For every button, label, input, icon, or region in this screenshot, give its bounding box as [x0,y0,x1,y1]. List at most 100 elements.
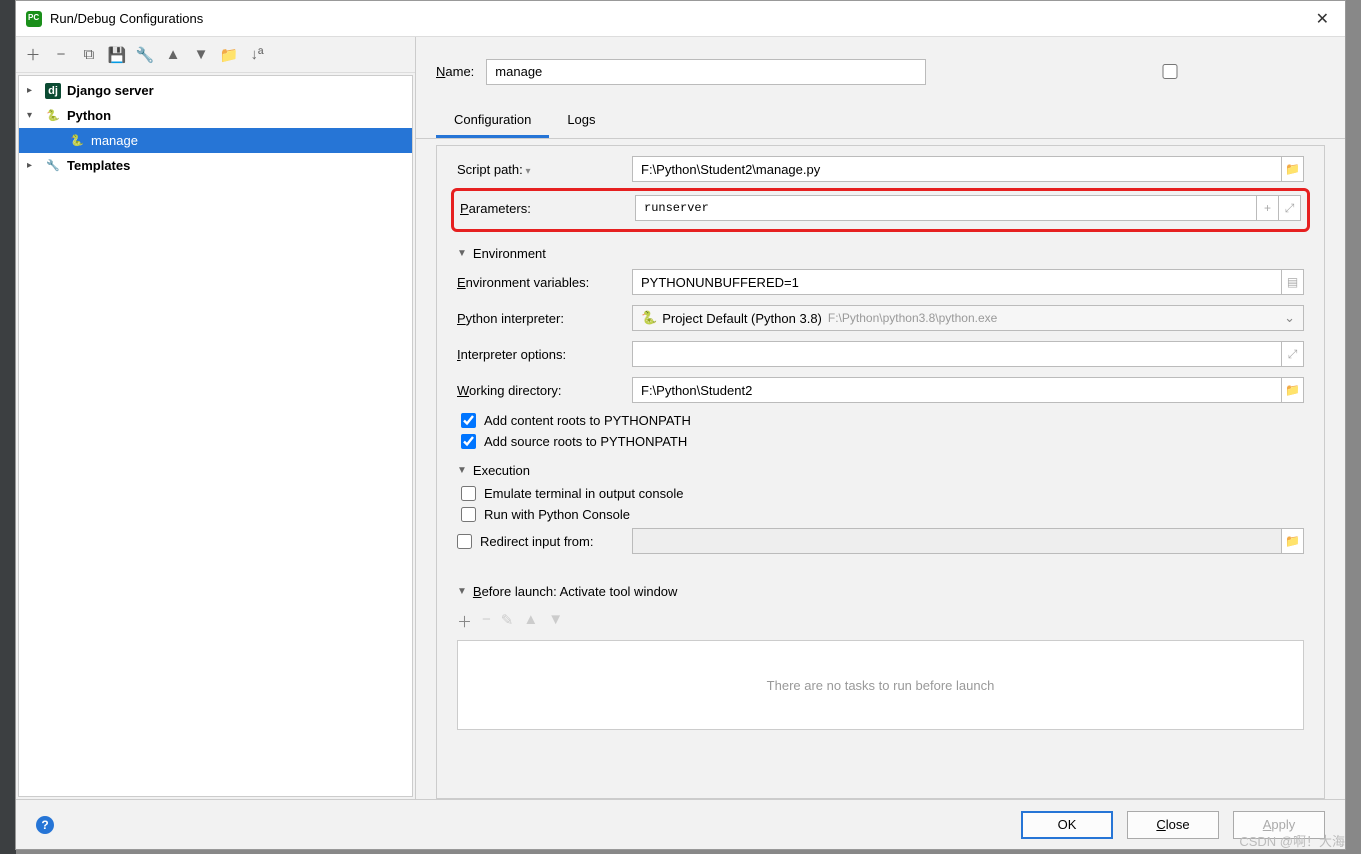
env-vars-input[interactable] [632,269,1282,295]
browse-icon[interactable]: 📁 [1282,156,1304,182]
redirect-path-input [632,528,1282,554]
window-title: Run/Debug Configurations [50,11,1310,26]
env-vars-row: Environment variables: ▤ [457,269,1304,295]
parameters-label: Parameters: [460,201,635,216]
redirect-input-chk[interactable] [457,534,472,549]
share-vcs-checkbox[interactable]: Share through VCS [950,49,1361,94]
add-config-icon[interactable]: ＋ [22,44,44,66]
emulate-terminal-input[interactable] [461,486,476,501]
workdir-label: Working directory: [457,383,632,398]
browse-icon[interactable]: 📁 [1282,528,1304,554]
pycharm-icon [26,11,42,27]
move-down-icon[interactable]: ▼ [548,611,563,632]
add-macro-icon[interactable]: + [1257,195,1279,221]
help-button[interactable]: ? [36,816,54,834]
add-content-input[interactable] [461,413,476,428]
tasks-empty: There are no tasks to run before launch [457,640,1304,730]
chevron-down-icon: ▾ [27,110,39,121]
tab-logs[interactable]: Logs [549,104,613,138]
add-source-checkbox[interactable]: Add source roots to PYTHONPATH [461,434,1304,449]
tree-label: Django server [67,83,154,98]
name-input[interactable] [486,59,926,85]
environment-section: ▼ Environment [457,246,1304,261]
config-form: Script path: 📁 Parameters: + ⤢ [436,145,1325,799]
chevron-right-icon: ▸ [27,85,39,96]
tree-label: Templates [67,158,130,173]
interpreter-select[interactable]: 🐍 Project Default (Python 3.8) F:\Python… [632,305,1304,331]
move-up-icon[interactable]: ▲ [162,44,184,66]
ok-button[interactable]: OK [1021,811,1113,839]
interpreter-label: Python interpreter: [457,311,632,326]
tree-label: Python [67,108,111,123]
tree-item-templates[interactable]: ▸ 🔧 Templates [19,153,412,178]
env-vars-label: Environment variables: [457,275,632,290]
before-launch-toolbar: ＋ − ✎ ▲ ▼ [457,607,1304,636]
copy-config-icon[interactable]: ⧉ [78,44,100,66]
interpreter-row: Python interpreter: 🐍 Project Default (P… [457,305,1304,331]
edit-task-icon[interactable]: ✎ [501,611,514,632]
tree-item-django[interactable]: ▸ dj Django server [19,78,412,103]
python-icon: 🐍 [641,310,657,326]
tree-item-python[interactable]: ▾ 🐍 Python [19,103,412,128]
move-down-icon[interactable]: ▼ [190,44,212,66]
redirect-checkbox[interactable]: Redirect input from: [457,534,632,549]
execution-header[interactable]: ▼ Execution [457,463,1304,478]
chevron-down-icon: ▼ [457,586,467,597]
interp-opts-row: Interpreter options: ⤢ [457,341,1304,367]
interp-opts-input[interactable] [632,341,1282,367]
watermark: CSDN @啊！大海 [1239,831,1345,850]
run-debug-dialog: Run/Debug Configurations ✕ ＋ − ⧉ 💾 🔧 ▲ ▼… [15,0,1346,850]
django-icon: dj [45,83,61,99]
folder-icon[interactable]: 📁 [218,44,240,66]
config-tree: ▸ dj Django server ▾ 🐍 Python 🐍 manage [18,75,413,797]
expand-icon[interactable]: ⤢ [1282,341,1304,367]
emulate-terminal-checkbox[interactable]: Emulate terminal in output console [461,486,1304,501]
wrench-icon: 🔧 [45,158,61,174]
workdir-input[interactable] [632,377,1282,403]
workdir-row: Working directory: 📁 [457,377,1304,403]
edit-defaults-icon[interactable]: 🔧 [134,44,156,66]
move-up-icon[interactable]: ▲ [523,611,538,632]
share-vcs-input[interactable] [950,64,1361,79]
environment-header[interactable]: ▼ Environment [457,246,1304,261]
add-content-checkbox[interactable]: Add content roots to PYTHONPATH [461,413,1304,428]
name-label: Name: [436,64,474,79]
titlebar: Run/Debug Configurations ✕ [16,1,1345,37]
script-path-input[interactable] [632,156,1282,182]
config-content: Name: Share through VCS ? Allow parallel… [416,37,1345,799]
script-path-row: Script path: 📁 [457,156,1304,182]
execution-section: ▼ Execution [457,463,1304,478]
python-console-input[interactable] [461,507,476,522]
close-button[interactable]: Close [1127,811,1219,839]
tree-item-manage[interactable]: 🐍 manage [19,128,412,153]
parameters-input[interactable] [635,195,1257,221]
chevron-down-icon: ▼ [457,465,467,476]
background-edge [0,0,16,854]
add-source-input[interactable] [461,434,476,449]
remove-config-icon[interactable]: − [50,44,72,66]
before-launch-section: ▼ Before launch: Activate tool window [457,584,1304,599]
expand-icon[interactable]: ⤢ [1279,195,1301,221]
browse-icon[interactable]: 📁 [1282,377,1304,403]
tab-configuration[interactable]: Configuration [436,104,549,138]
python-icon: 🐍 [69,133,85,149]
chevron-down-icon: ▼ [457,248,467,259]
chevron-right-icon: ▸ [27,160,39,171]
sort-icon[interactable]: ↓ª [246,44,268,66]
dialog-footer: ? OK Close Apply [16,799,1345,849]
interp-opts-label: Interpreter options: [457,347,632,362]
tabs: Configuration Logs [416,104,1345,139]
add-task-icon[interactable]: ＋ [457,611,472,632]
chevron-down-icon: ⌄ [1284,310,1295,326]
list-icon[interactable]: ▤ [1282,269,1304,295]
python-icon: 🐍 [45,108,61,124]
tree-label: manage [91,133,138,148]
close-icon[interactable]: ✕ [1310,9,1335,29]
python-console-checkbox[interactable]: Run with Python Console [461,507,1304,522]
sidebar-toolbar: ＋ − ⧉ 💾 🔧 ▲ ▼ 📁 ↓ª [16,37,415,73]
name-row: Name: Share through VCS ? Allow parallel… [416,37,1345,104]
script-path-label[interactable]: Script path: [457,162,632,177]
save-config-icon[interactable]: 💾 [106,44,128,66]
remove-task-icon[interactable]: − [482,611,491,632]
before-launch-header[interactable]: ▼ Before launch: Activate tool window [457,584,1304,599]
